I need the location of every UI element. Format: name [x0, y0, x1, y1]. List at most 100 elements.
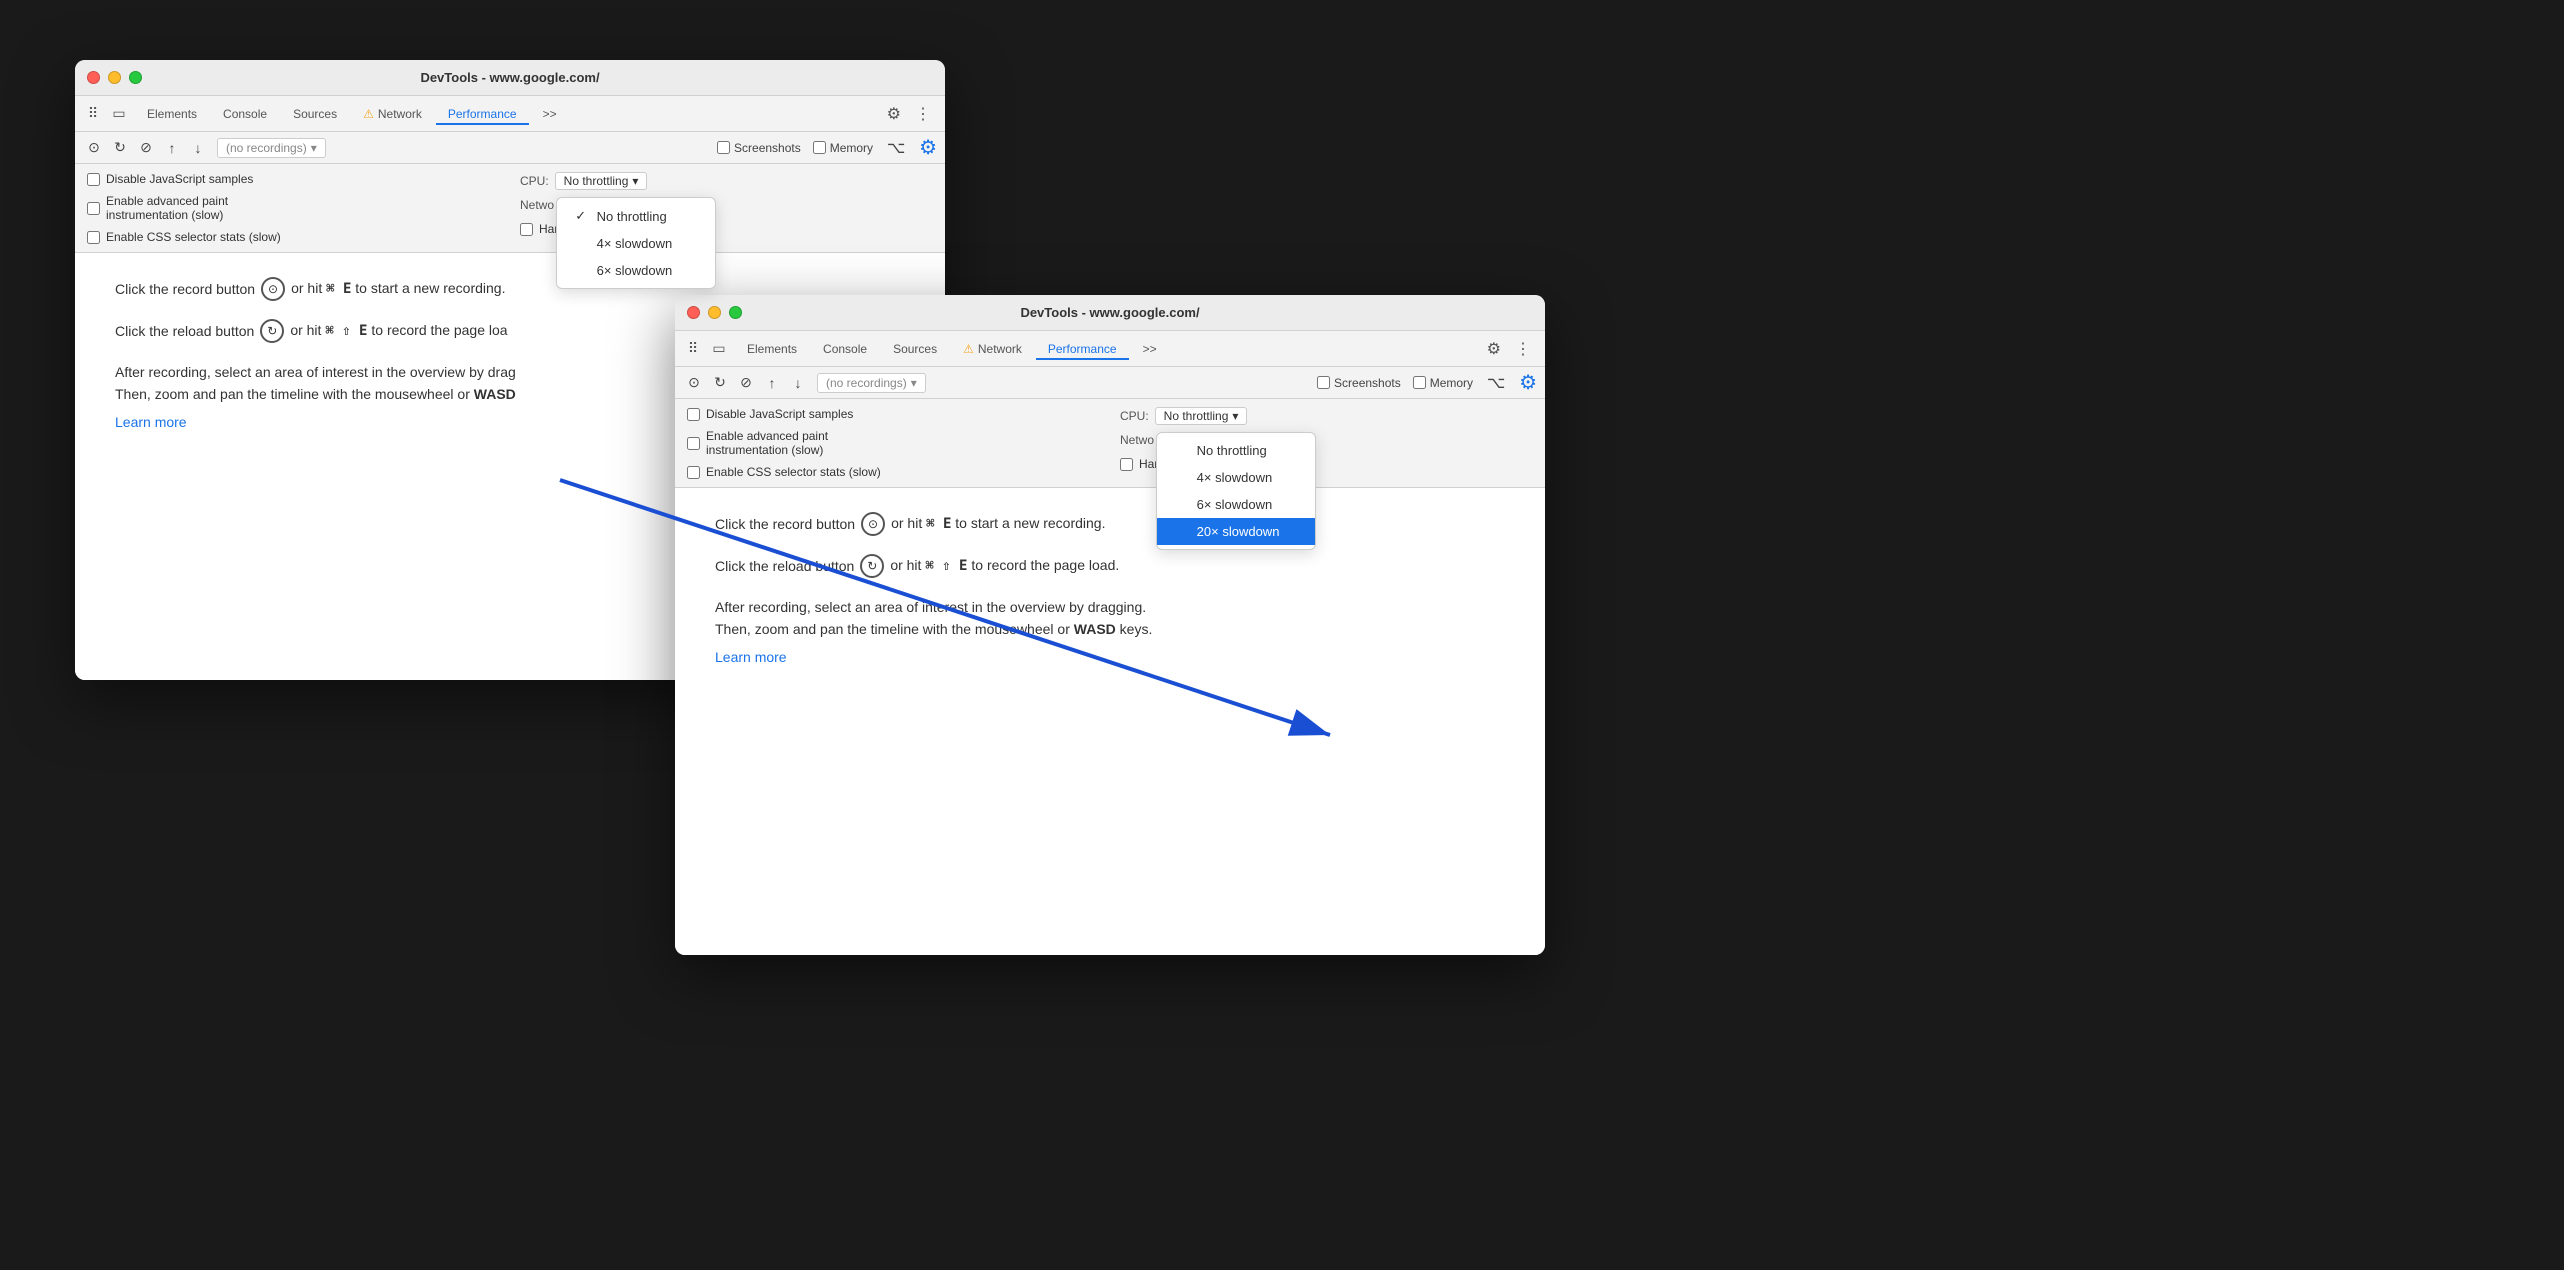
- css-selector-row-back: Enable CSS selector stats (slow): [87, 230, 281, 244]
- cpu-label-front: CPU:: [1120, 409, 1149, 423]
- dropdown-arrow-front: ▾: [911, 376, 917, 390]
- memory-input-back[interactable]: [813, 141, 826, 154]
- download-button-back[interactable]: ↓: [187, 137, 209, 159]
- close-button-front[interactable]: [687, 306, 700, 319]
- css-selector-checkbox-back[interactable]: [87, 231, 100, 244]
- record-icon-front: ⊙: [861, 512, 885, 536]
- recordings-dropdown-front[interactable]: (no recordings) ▾: [817, 373, 926, 393]
- tab-bar-back: ⠿ ▭ Elements Console Sources ⚠ Network P…: [75, 96, 945, 132]
- reload-button-front[interactable]: ↻: [709, 372, 731, 394]
- cpu-dropdown-back[interactable]: No throttling ▾ ✓ No throttling 4× slowd…: [555, 172, 648, 190]
- disable-js-row-back: Disable JavaScript samples: [87, 172, 253, 186]
- recordings-text-back: (no recordings): [226, 141, 307, 155]
- tab-sources-back[interactable]: Sources: [281, 103, 349, 125]
- tab-sources-front[interactable]: Sources: [881, 338, 949, 360]
- screenshots-input-front[interactable]: [1317, 376, 1330, 389]
- settings-icon-front[interactable]: ⚙: [1481, 335, 1507, 363]
- cpu-row-back: CPU: No throttling ▾ ✓ No throttling: [520, 172, 933, 190]
- record-icon-back: ⊙: [261, 277, 285, 301]
- tab-performance-back[interactable]: Performance: [436, 103, 529, 125]
- maximize-button-back[interactable]: [129, 71, 142, 84]
- download-button-front[interactable]: ↓: [787, 372, 809, 394]
- dropdown-4x-front[interactable]: 4× slowdown: [1157, 464, 1315, 491]
- tab-more-back[interactable]: >>: [531, 103, 569, 125]
- network-label-front: Netwo: [1120, 433, 1154, 447]
- screenshots-input-back[interactable]: [717, 141, 730, 154]
- network-warning-icon-front: ⚠: [963, 342, 974, 356]
- advanced-paint-row-front: Enable advanced paintinstrumentation (sl…: [687, 429, 828, 457]
- dropdown-6x-back[interactable]: 6× slowdown: [557, 257, 715, 284]
- clear-button-front[interactable]: ⊘: [735, 372, 757, 394]
- window-title-front: DevTools - www.google.com/: [1020, 305, 1199, 320]
- dropdown-6x-front[interactable]: 6× slowdown: [1157, 491, 1315, 518]
- disable-js-label-back: Disable JavaScript samples: [106, 172, 253, 186]
- device-icon-front[interactable]: ▭: [709, 339, 729, 359]
- dropdown-no-throttling-front[interactable]: No throttling: [1157, 437, 1315, 464]
- tab-console-back[interactable]: Console: [211, 103, 279, 125]
- traffic-lights-front: [687, 306, 742, 319]
- reload-icon-back: ↻: [260, 319, 284, 343]
- cpu-dropdown-menu-front[interactable]: No throttling 4× slowdown 6× slowdown: [1156, 432, 1316, 550]
- reload-button-back[interactable]: ↻: [109, 137, 131, 159]
- disable-js-checkbox-front[interactable]: [687, 408, 700, 421]
- main-content-front: Click the record button ⊙ or hit ⌘ E to …: [675, 488, 1545, 955]
- inspect-icon-front[interactable]: ⠿: [683, 339, 703, 359]
- screenshots-checkbox-back[interactable]: Screenshots: [717, 141, 801, 155]
- record-button-front[interactable]: ⊙: [683, 372, 705, 394]
- record-button-back[interactable]: ⊙: [83, 137, 105, 159]
- gear-blue-icon-back[interactable]: ⚙: [919, 135, 937, 160]
- cpu-dropdown-menu-back[interactable]: ✓ No throttling 4× slowdown 6× slowdown: [556, 197, 716, 289]
- minimize-button-back[interactable]: [108, 71, 121, 84]
- more-icon-front[interactable]: ⋮: [1509, 335, 1537, 363]
- settings-panel-front: Disable JavaScript samples Enable advanc…: [675, 399, 1545, 488]
- tab-network-back[interactable]: ⚠ Network: [351, 103, 434, 125]
- cpu-icon-front[interactable]: ⌥: [1485, 372, 1507, 394]
- dropdown-20x-front[interactable]: 20× slowdown: [1157, 518, 1315, 545]
- advanced-paint-label-front: Enable advanced paintinstrumentation (sl…: [706, 429, 828, 457]
- device-icon[interactable]: ▭: [109, 104, 129, 124]
- tab-elements-front[interactable]: Elements: [735, 338, 809, 360]
- cpu-dropdown-front[interactable]: No throttling ▾ No throttling 4× slowdow…: [1155, 407, 1248, 425]
- upload-button-back[interactable]: ↑: [161, 137, 183, 159]
- learn-more-link-back[interactable]: Learn more: [115, 414, 187, 430]
- close-button-back[interactable]: [87, 71, 100, 84]
- tab-elements-back[interactable]: Elements: [135, 103, 209, 125]
- advanced-paint-checkbox-back[interactable]: [87, 202, 100, 215]
- devtools-window-front: DevTools - www.google.com/ ⠿ ▭ Elements …: [675, 295, 1545, 955]
- screenshots-label-back: Screenshots: [734, 141, 801, 155]
- hardware-checkbox-front[interactable]: [1120, 458, 1133, 471]
- window-title-back: DevTools - www.google.com/: [420, 70, 599, 85]
- learn-more-link-front[interactable]: Learn more: [715, 649, 787, 665]
- recordings-text-front: (no recordings): [826, 376, 907, 390]
- disable-js-checkbox-back[interactable]: [87, 173, 100, 186]
- dropdown-no-throttling-back[interactable]: ✓ No throttling: [557, 202, 715, 230]
- disable-js-label-front: Disable JavaScript samples: [706, 407, 853, 421]
- tab-network-front[interactable]: ⚠ Network: [951, 338, 1034, 360]
- inspect-icon[interactable]: ⠿: [83, 104, 103, 124]
- settings-icon-back[interactable]: ⚙: [881, 100, 907, 128]
- memory-checkbox-front[interactable]: Memory: [1413, 376, 1473, 390]
- settings-panel-back: Disable JavaScript samples Enable advanc…: [75, 164, 945, 253]
- recordings-dropdown-back[interactable]: (no recordings) ▾: [217, 138, 326, 158]
- tab-performance-front[interactable]: Performance: [1036, 338, 1129, 360]
- more-icon-back[interactable]: ⋮: [909, 100, 937, 128]
- minimize-button-front[interactable]: [708, 306, 721, 319]
- tab-console-front[interactable]: Console: [811, 338, 879, 360]
- cpu-icon-back[interactable]: ⌥: [885, 137, 907, 159]
- tab-more-front[interactable]: >>: [1131, 338, 1169, 360]
- advanced-paint-checkbox-front[interactable]: [687, 437, 700, 450]
- clear-button-back[interactable]: ⊘: [135, 137, 157, 159]
- gear-blue-icon-front[interactable]: ⚙: [1519, 370, 1537, 395]
- screenshots-checkbox-front[interactable]: Screenshots: [1317, 376, 1401, 390]
- controls-bar-front: ⊙ ↻ ⊘ ↑ ↓ (no recordings) ▾ Screenshots …: [675, 367, 1545, 399]
- memory-checkbox-back[interactable]: Memory: [813, 141, 873, 155]
- advanced-paint-label-back: Enable advanced paintinstrumentation (sl…: [106, 194, 228, 222]
- maximize-button-front[interactable]: [729, 306, 742, 319]
- hardware-checkbox-back[interactable]: [520, 223, 533, 236]
- cpu-value-front: No throttling: [1164, 409, 1229, 423]
- memory-input-front[interactable]: [1413, 376, 1426, 389]
- css-selector-checkbox-front[interactable]: [687, 466, 700, 479]
- dropdown-4x-back[interactable]: 4× slowdown: [557, 230, 715, 257]
- upload-button-front[interactable]: ↑: [761, 372, 783, 394]
- network-warning-icon: ⚠: [363, 107, 374, 121]
